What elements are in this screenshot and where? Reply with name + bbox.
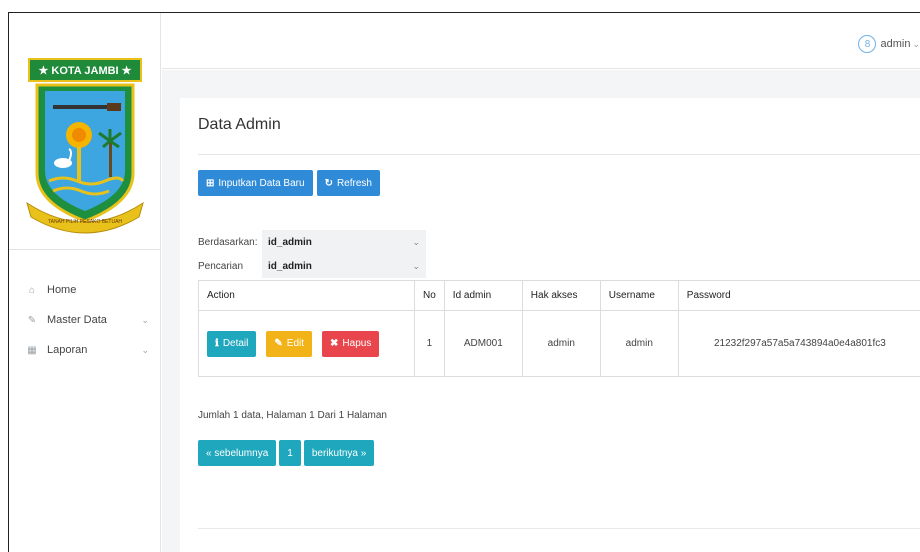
action-cell: ℹ Detail ✎ Edit ✖ Hapus — [198, 310, 415, 377]
edit-icon: ✎ — [27, 314, 37, 326]
page-title: Data Admin — [198, 116, 281, 133]
kota-jambi-logo: ★ KOTA JAMBI ★ TANAH PILIH PESAKO BETUAH — [23, 53, 147, 239]
search-value: id_admin — [268, 260, 312, 272]
id-admin-cell: ADM001 — [443, 310, 523, 377]
edit-icon: ✎ — [274, 338, 283, 349]
chevron-down-icon: ⌄ — [141, 344, 149, 355]
title-divider — [198, 154, 920, 155]
sidebar: ★ KOTA JAMBI ★ TANAH PILIH PESAKO BETUAH… — [9, 13, 161, 552]
prev-page-button[interactable]: « sebelumnya — [198, 440, 277, 466]
table-header-row: Action No Id admin Hak akses Username Pa… — [198, 280, 920, 311]
pagination: « sebelumnya 1 berikutnya » — [198, 440, 375, 466]
column-header: Username — [599, 280, 679, 311]
chevron-down-icon: ⌄ — [912, 38, 920, 49]
detail-button[interactable]: ℹ Detail — [207, 330, 257, 357]
sidebar-divider — [9, 249, 161, 250]
username-cell: admin — [599, 310, 679, 377]
card-footer-divider — [198, 528, 920, 529]
filter-row: Berdasarkan: id_admin ⌄ — [198, 230, 426, 254]
sidebar-item-home[interactable]: ⌂ Home — [9, 275, 161, 305]
delete-label: Hapus — [342, 338, 372, 349]
main-content: Data Admin ⊞ Inputkan Data Baru ↻ Refres… — [162, 70, 920, 552]
toolbar: ⊞ Inputkan Data Baru ↻ Refresh — [198, 170, 380, 196]
filter-label: Berdasarkan: — [198, 236, 258, 248]
sidebar-item-label: Home — [47, 284, 77, 296]
logo-title: ★ KOTA JAMBI ★ — [38, 65, 131, 77]
search-select[interactable]: id_admin ⌄ — [262, 254, 426, 278]
delete-button[interactable]: ✖ Hapus — [322, 330, 380, 357]
close-icon: ✖ — [330, 338, 339, 349]
plus-icon: ⊞ — [206, 177, 215, 189]
password-cell: 21232f297a57a5a743894a0e4a801fc3 — [677, 310, 920, 377]
filter-value: id_admin — [268, 236, 312, 248]
page-1-button[interactable]: 1 — [279, 440, 301, 466]
edit-button[interactable]: ✎ Edit — [266, 330, 313, 357]
sidebar-item-master-data[interactable]: ✎ Master Data ⌄ — [9, 305, 161, 335]
sidebar-item-label: Laporan — [47, 344, 88, 356]
sidebar-nav: ⌂ Home ✎ Master Data ⌄ ▦ Laporan ⌄ — [9, 275, 161, 365]
column-header: Action — [198, 280, 415, 311]
column-header: Id admin — [443, 280, 523, 311]
column-header: Password — [677, 280, 920, 311]
search-label: Pencarian — [198, 260, 244, 272]
add-data-label: Inputkan Data Baru — [218, 177, 305, 189]
admin-table: Action No Id admin Hak akses Username Pa… — [198, 280, 920, 377]
detail-label: Detail — [222, 338, 249, 349]
pagination-summary: Jumlah 1 data, Halaman 1 Dari 1 Halaman — [198, 410, 387, 421]
app-window: ★ KOTA JAMBI ★ TANAH PILIH PESAKO BETUAH… — [8, 12, 920, 552]
home-icon: ⌂ — [28, 284, 36, 296]
calendar-icon: ▦ — [27, 344, 37, 356]
refresh-label: Refresh — [336, 177, 372, 189]
sidebar-item-label: Master Data — [47, 314, 107, 326]
chevron-down-icon: ⌄ — [412, 236, 420, 247]
user-name: admin — [880, 38, 911, 50]
refresh-button[interactable]: ↻ Refresh — [316, 170, 380, 196]
logo-motto: TANAH PILIH PESAKO BETUAH — [48, 219, 122, 225]
next-page-button[interactable]: berikutnya » — [303, 440, 375, 466]
hak-akses-cell: admin — [521, 310, 601, 377]
search-row: Pencarian id_admin ⌄ — [198, 254, 426, 278]
topbar: 8 admin ⌄ — [162, 13, 920, 69]
info-icon: ℹ — [215, 338, 219, 349]
column-header: No — [414, 280, 445, 311]
admin-card: Data Admin ⊞ Inputkan Data Baru ↻ Refres… — [180, 98, 920, 552]
edit-label: Edit — [286, 338, 305, 349]
chevron-down-icon: ⌄ — [141, 314, 149, 325]
user-avatar-icon: 8 — [858, 35, 877, 53]
column-header: Hak akses — [521, 280, 601, 311]
refresh-icon: ↻ — [324, 177, 333, 189]
chevron-down-icon: ⌄ — [412, 260, 420, 271]
sidebar-item-laporan[interactable]: ▦ Laporan ⌄ — [9, 335, 161, 365]
filter-select[interactable]: id_admin ⌄ — [262, 230, 426, 254]
table-row: ℹ Detail ✎ Edit ✖ Hapus 1 ADM001 admin a… — [198, 310, 920, 377]
add-data-button[interactable]: ⊞ Inputkan Data Baru — [198, 170, 313, 196]
no-cell: 1 — [414, 310, 445, 377]
user-menu[interactable]: 8 admin ⌄ — [858, 35, 920, 53]
